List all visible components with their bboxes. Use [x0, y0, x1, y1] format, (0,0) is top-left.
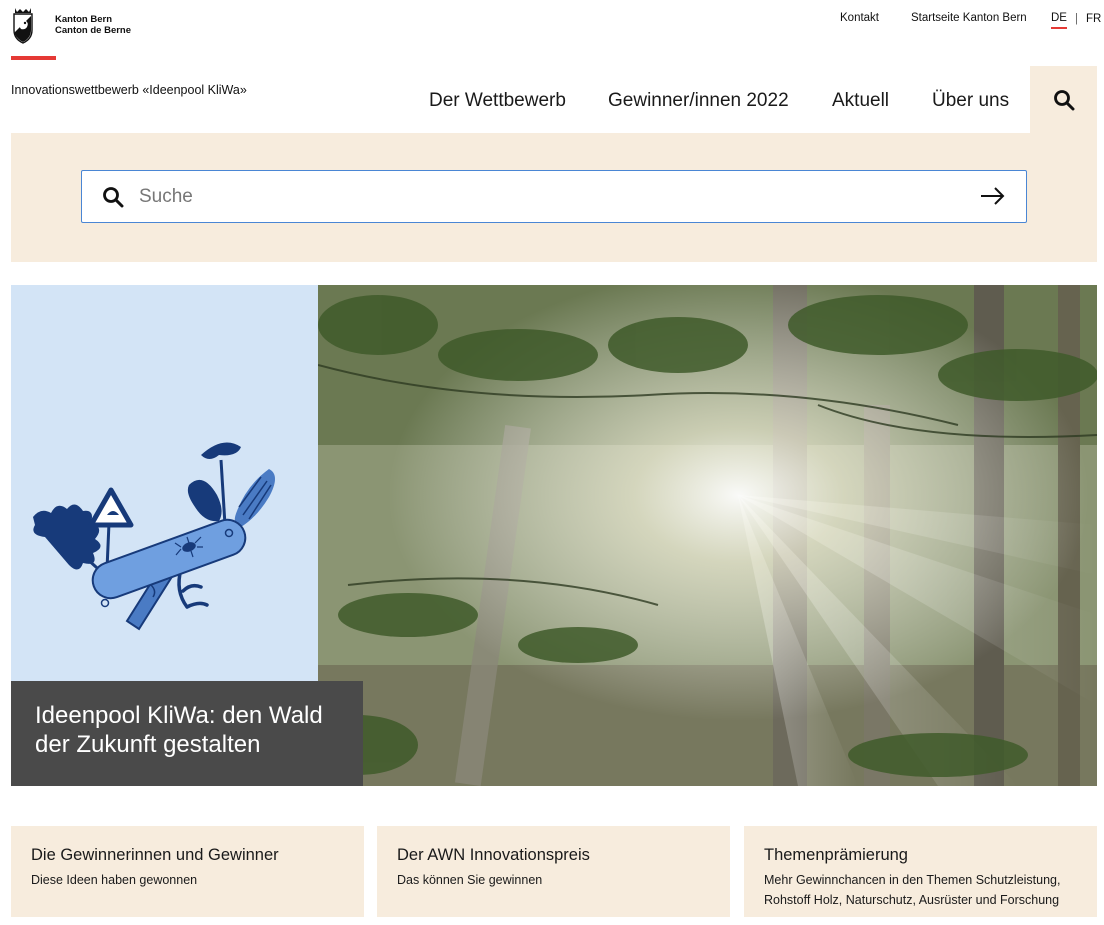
logo-text: Kanton Bern Canton de Berne	[55, 14, 131, 36]
card-text: Das können Sie gewinnen	[397, 873, 543, 887]
language-switcher: DE | FR	[1051, 12, 1101, 29]
card-title: Themenprämierung	[764, 846, 908, 864]
search-input[interactable]	[139, 185, 959, 208]
nav-item-wettbewerb[interactable]: Der Wettbewerb	[429, 90, 566, 112]
search-icon	[1053, 89, 1074, 110]
nav-item-aktuell[interactable]: Aktuell	[832, 90, 889, 112]
card-text: Mehr Gewinnchancen in den Themen Schutzl…	[764, 873, 1061, 907]
search-box	[81, 170, 1027, 223]
language-fr[interactable]: FR	[1086, 13, 1101, 25]
site-title[interactable]: Innovationswettbewerb «Ideenpool KliWa»	[11, 83, 247, 97]
card-themenpraemierung[interactable]: Themenprämierung Mehr Gewinnchancen in d…	[744, 826, 1097, 917]
card-title: Der AWN Innovationspreis	[397, 846, 590, 864]
kontakt-link[interactable]: Kontakt	[840, 12, 879, 24]
card-innovationspreis[interactable]: Der AWN Innovationspreis Das können Sie …	[377, 826, 730, 917]
forest-sunlight-photo	[318, 285, 1097, 786]
card-text: Diese Ideen haben gewonnen	[31, 873, 198, 887]
search-toggle-button[interactable]	[1030, 66, 1097, 133]
nav-item-ueber-uns[interactable]: Über uns	[932, 90, 1009, 112]
search-icon	[103, 186, 124, 207]
language-de[interactable]: DE	[1051, 12, 1067, 29]
arrow-right-icon[interactable]	[980, 185, 1006, 207]
language-separator: |	[1074, 13, 1078, 25]
hero-banner[interactable]: Ideenpool KliWa: den Wald der Zukunft ge…	[11, 285, 1097, 786]
search-panel	[11, 133, 1097, 262]
logo-line-2: Canton de Berne	[55, 25, 132, 36]
card-gewinner[interactable]: Die Gewinnerinnen und Gewinner Diese Ide…	[11, 826, 364, 917]
bern-crest-icon	[13, 8, 33, 44]
nav-item-gewinner[interactable]: Gewinner/innen 2022	[608, 90, 789, 112]
kanton-bern-logo[interactable]: Kanton Bern Canton de Berne	[11, 6, 131, 46]
hero-caption[interactable]: Ideenpool KliWa: den Wald der Zukunft ge…	[11, 681, 363, 786]
startseite-kanton-bern-link[interactable]: Startseite Kanton Bern	[911, 12, 1027, 24]
card-title: Die Gewinnerinnen und Gewinner	[31, 846, 279, 864]
logo-line-1: Kanton Bern	[55, 14, 112, 25]
logo-accent-bar	[11, 56, 56, 60]
